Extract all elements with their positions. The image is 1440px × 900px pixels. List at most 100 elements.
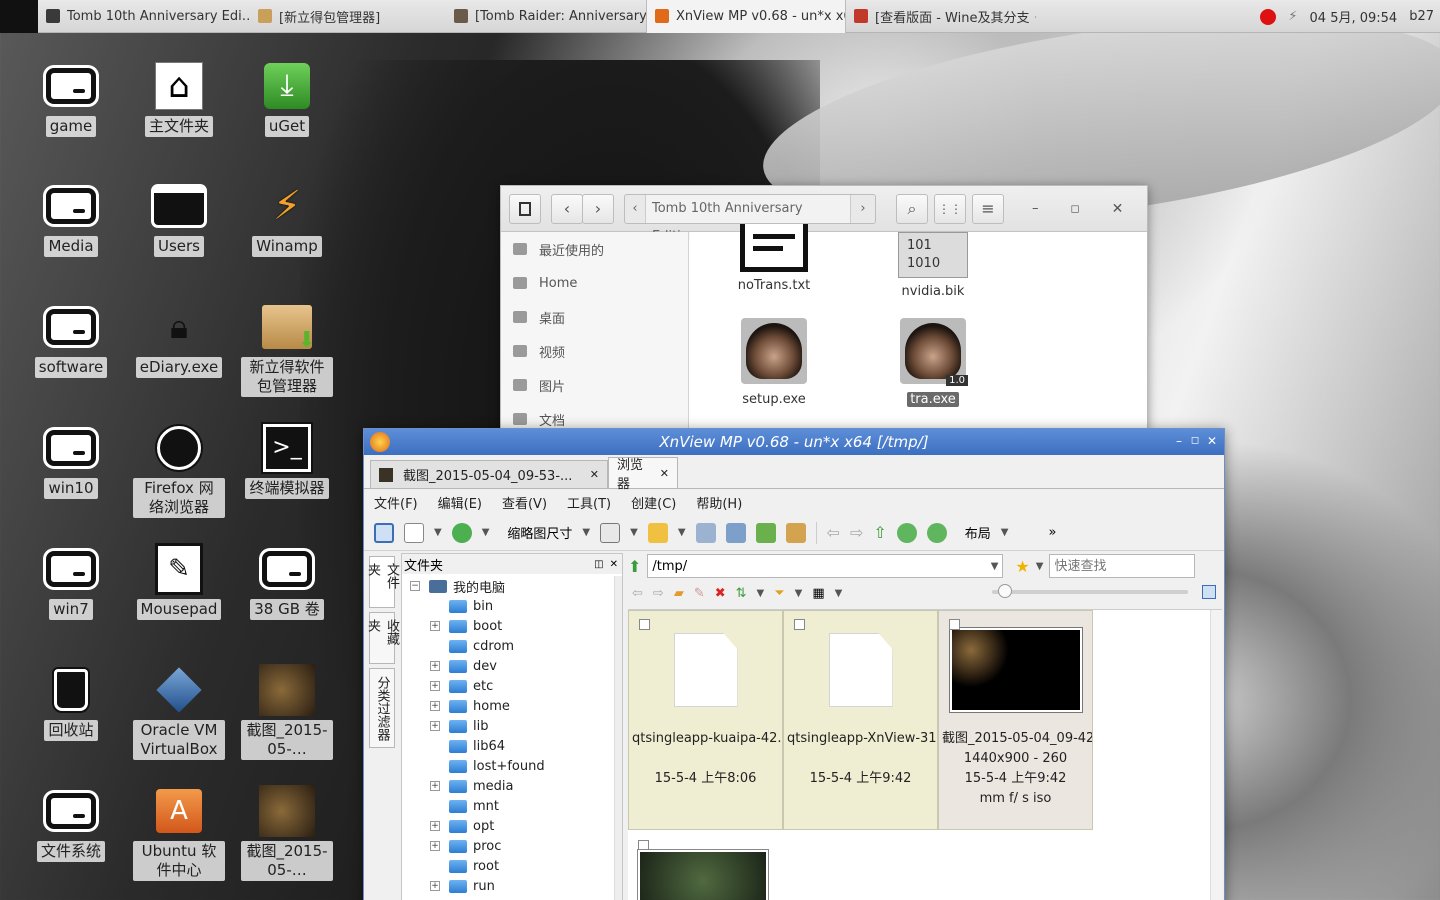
desktop-icon[interactable]: win7 [23, 541, 119, 620]
menu-button[interactable]: ≡ [972, 193, 1004, 224]
taskbar-item[interactable]: Tomb 10th Anniversary Edi… [38, 0, 250, 33]
sidebar-item[interactable]: 最近使用的 [501, 232, 688, 266]
sidebar-toggle-button[interactable] [509, 193, 541, 224]
file-nvidia[interactable]: 101 1010 nvidia.bik [878, 232, 988, 299]
vertical-tab[interactable]: 收藏夹 [365, 612, 399, 664]
rotate-left-icon[interactable] [896, 522, 917, 543]
tree-icon[interactable] [695, 522, 716, 543]
layout-button[interactable]: 布局 [965, 523, 991, 542]
tab-browser[interactable]: 浏览器 ✕ [608, 457, 678, 492]
taskbar-item[interactable]: [查看版面 - Wine及其分支 •… [846, 0, 1036, 33]
select-checkbox[interactable] [639, 619, 650, 630]
desktop-icon[interactable]: win10 [23, 420, 119, 499]
bookmark-icon[interactable] [647, 522, 668, 543]
menu-item[interactable]: 帮助(H) [696, 493, 742, 512]
tree-node[interactable]: + home [410, 696, 622, 716]
expand-icon[interactable]: + [430, 781, 440, 791]
tree-node[interactable]: + media [410, 776, 622, 796]
taskbar-item[interactable]: XnView MP v0.68 - un*x x6… [646, 0, 846, 33]
minimize-button[interactable]: – [1172, 434, 1186, 448]
menu-item[interactable]: 创建(C) [631, 493, 676, 512]
sidebar-item[interactable]: Home [501, 266, 688, 300]
close-button[interactable]: ✕ [1205, 434, 1219, 448]
desktop-icon[interactable]: 回收站 [23, 662, 119, 741]
opera-icon[interactable] [1260, 8, 1277, 25]
arrow-left-icon[interactable]: ⇦ [827, 523, 840, 542]
select-checkbox[interactable] [949, 619, 960, 630]
dropdown-arrow-icon[interactable]: ▼ [678, 527, 686, 538]
export-icon[interactable] [785, 522, 806, 543]
compare-icon[interactable] [600, 522, 621, 543]
desktop-icon[interactable]: ⬇ 新立得软件包管理器 [239, 299, 335, 397]
menu-item[interactable]: 编辑(E) [438, 493, 482, 512]
tree-node[interactable]: − 我的电脑 [410, 576, 622, 596]
back-arrow-icon[interactable]: ⇦ [632, 586, 643, 601]
tree-node[interactable]: lost+found [410, 756, 622, 776]
vertical-tab[interactable]: 文件夹 [365, 556, 399, 608]
thumb-size-button[interactable]: 缩略图尺寸 [507, 523, 572, 542]
desktop-icon[interactable]: 截图_2015-05-… [239, 662, 335, 760]
expand-icon[interactable]: + [430, 681, 440, 691]
quick-search-input[interactable] [1049, 554, 1196, 578]
desktop-icon[interactable]: 截图_2015-05-… [239, 783, 335, 881]
delete-icon[interactable]: ✖ [715, 586, 726, 601]
collapse-icon[interactable]: − [410, 581, 420, 591]
clock[interactable]: 04 5月, 09:54 [1310, 7, 1398, 26]
path-left-icon[interactable]: ‹ [625, 201, 645, 216]
menu-item[interactable]: 工具(T) [567, 493, 611, 512]
tree-node[interactable]: cdrom [410, 636, 622, 656]
user-name[interactable]: b27 [1409, 9, 1434, 24]
thumbnail-partial[interactable] [628, 832, 783, 900]
taskbar-item[interactable]: [新立得包管理器] [250, 0, 446, 33]
dropdown-arrow-icon[interactable]: ▼ [1001, 527, 1009, 538]
tree-node[interactable]: + proc [410, 836, 622, 856]
search-button[interactable]: ⌕ [896, 193, 928, 224]
filter-icon[interactable]: ⏷ [774, 586, 784, 601]
camera-icon[interactable] [725, 522, 746, 543]
sidebar-item[interactable]: 桌面 [501, 300, 688, 334]
file-setup[interactable]: setup.exe [719, 318, 829, 407]
rename-icon[interactable]: ✎ [694, 586, 705, 601]
path-segment[interactable]: Tomb 10th Anniversary Edition [645, 194, 851, 244]
tree-node[interactable]: + run [410, 876, 622, 896]
menu-item[interactable]: 文件(F) [374, 493, 418, 512]
select-checkbox[interactable] [794, 619, 805, 630]
desktop-icon[interactable]: A Ubuntu 软件中心 [131, 783, 227, 881]
desktop-icon[interactable]: Users [131, 178, 227, 257]
grid-view-icon[interactable]: ▦ [812, 586, 824, 601]
expand-icon[interactable]: + [430, 841, 440, 851]
expand-icon[interactable]: + [430, 661, 440, 671]
network-icon[interactable]: ⚡ [1288, 9, 1297, 24]
menu-item[interactable]: 查看(V) [502, 493, 547, 512]
tree-node[interactable]: bin [410, 596, 622, 616]
import-icon[interactable] [755, 522, 776, 543]
desktop-icon[interactable]: 38 GB 卷 [239, 541, 335, 620]
back-button[interactable]: ‹ [551, 193, 583, 224]
desktop-icon[interactable]: ⚡ Winamp [239, 178, 335, 257]
desktop-icon[interactable]: game [23, 58, 119, 137]
go-up-icon[interactable]: ⬆ [628, 557, 641, 576]
forward-button[interactable]: › [582, 193, 614, 224]
dropdown-arrow-icon[interactable]: ▼ [1036, 561, 1044, 572]
sort-icon[interactable]: ⇅ [736, 586, 747, 601]
maximize-button[interactable]: ◻ [1188, 434, 1202, 448]
new-folder-icon[interactable]: ▰ [674, 586, 684, 601]
dropdown-arrow-icon[interactable]: ▼ [482, 527, 490, 538]
rotate-right-icon[interactable] [926, 522, 947, 543]
close-button[interactable]: ✕ [1112, 201, 1124, 217]
thumb-scrollbar[interactable] [1210, 610, 1222, 900]
desktop-icon[interactable]: Media [23, 178, 119, 257]
desktop-icon[interactable]: software [23, 299, 119, 378]
dropdown-arrow-icon[interactable]: ▼ [757, 588, 765, 599]
tree-node[interactable]: mnt [410, 796, 622, 816]
dropdown-arrow-icon[interactable]: ▼ [835, 588, 843, 599]
arrow-right-icon[interactable]: ⇨ [850, 523, 863, 542]
desktop-icon[interactable]: >_ 终端模拟器 [239, 420, 335, 499]
dropdown-arrow-icon[interactable]: ▼ [991, 561, 999, 572]
star-icon[interactable]: ★ [1015, 557, 1029, 576]
address-input[interactable]: /tmp/ ▼ [647, 554, 1004, 578]
fullscreen-icon[interactable] [374, 522, 394, 543]
vertical-tab[interactable]: 分类过滤器 [369, 668, 395, 748]
tree-node[interactable]: + lib [410, 716, 622, 736]
file-tra[interactable]: 1.0 tra.exe [878, 318, 988, 407]
